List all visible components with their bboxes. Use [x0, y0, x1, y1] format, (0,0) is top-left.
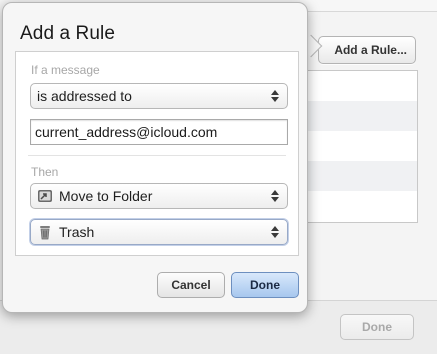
- cancel-label: Cancel: [171, 278, 211, 292]
- folder-move-icon: [37, 188, 53, 204]
- add-rule-button[interactable]: Add a Rule...: [318, 36, 416, 64]
- background-done-button: Done: [340, 314, 414, 340]
- condition-select-value: is addressed to: [37, 88, 132, 104]
- folder-select[interactable]: Trash: [30, 219, 288, 245]
- updown-arrows-icon: [267, 84, 283, 108]
- condition-value-text: current_address@icloud.com: [35, 124, 218, 140]
- action-select[interactable]: Move to Folder: [30, 183, 288, 209]
- rules-list-row: [301, 101, 417, 131]
- section-divider: [28, 155, 286, 156]
- trash-icon: [37, 224, 53, 240]
- done-button[interactable]: Done: [231, 272, 299, 298]
- rule-panel: If a message is addressed to current_add…: [15, 51, 299, 256]
- action-select-value: Move to Folder: [59, 188, 153, 204]
- background-toolbar: [300, 0, 437, 12]
- add-rule-label: Add a Rule...: [334, 43, 407, 57]
- popover-title: Add a Rule: [20, 23, 116, 44]
- background-done-label: Done: [362, 320, 392, 334]
- folder-select-value: Trash: [59, 224, 95, 240]
- cancel-button[interactable]: Cancel: [157, 272, 225, 298]
- condition-section-label: If a message: [31, 63, 100, 77]
- action-section-label: Then: [31, 165, 59, 179]
- updown-arrows-icon: [267, 220, 283, 244]
- done-label: Done: [250, 278, 280, 292]
- condition-value-field[interactable]: current_address@icloud.com: [30, 119, 288, 145]
- condition-select[interactable]: is addressed to: [30, 83, 288, 109]
- rules-list[interactable]: [300, 70, 418, 223]
- rules-list-row: [301, 161, 417, 191]
- add-rule-popover: Add a Rule If a message is addressed to …: [2, 2, 308, 313]
- updown-arrows-icon: [267, 184, 283, 208]
